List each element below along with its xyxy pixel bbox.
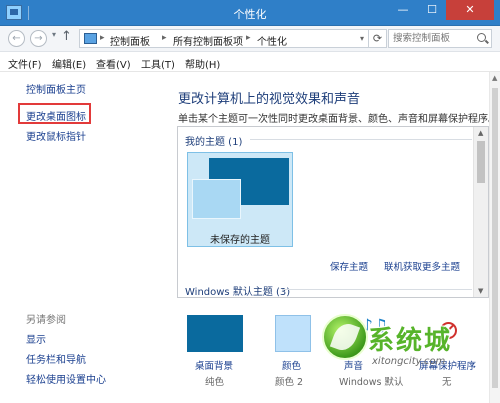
- recent-locations-dropdown[interactable]: ▾: [52, 30, 56, 39]
- close-button[interactable]: ✕: [446, 0, 494, 20]
- scroll-down-icon[interactable]: ▼: [478, 287, 483, 295]
- theme-list-scrollbar[interactable]: ▲ ▼: [473, 127, 488, 297]
- highlight-box: [18, 103, 91, 124]
- color-swatch[interactable]: [275, 315, 311, 352]
- menu-bar: 文件(F) 编辑(E) 查看(V) 工具(T) 帮助(H): [0, 53, 500, 72]
- back-button[interactable]: ←: [8, 30, 25, 47]
- search-box[interactable]: [388, 29, 492, 48]
- menu-help[interactable]: 帮助(H): [185, 56, 220, 71]
- refresh-button[interactable]: ⟳: [369, 29, 387, 48]
- color-value: 颜色 2: [275, 377, 304, 388]
- group-divider: [282, 289, 472, 290]
- maximize-button[interactable]: ☐: [418, 0, 446, 20]
- address-bar[interactable]: ▸ 控制面板 ▸ 所有控制面板项 ▸ 个性化 ▾: [79, 29, 369, 48]
- scroll-up-icon[interactable]: ▲: [478, 129, 483, 137]
- forward-button[interactable]: →: [30, 30, 47, 47]
- breadcrumb-all-items[interactable]: 所有控制面板项: [173, 33, 243, 48]
- group-divider: [250, 139, 472, 140]
- menu-file[interactable]: 文件(F): [8, 56, 42, 71]
- breadcrumb-separator[interactable]: ▸: [246, 33, 251, 43]
- address-dropdown-icon[interactable]: ▾: [360, 34, 364, 43]
- page-title: 更改计算机上的视觉效果和声音: [178, 92, 361, 107]
- breadcrumb-separator[interactable]: ▸: [162, 33, 167, 43]
- up-button[interactable]: ↑: [61, 29, 72, 44]
- title-bar: 个性化 — ☐ ✕: [0, 0, 500, 26]
- desktop-background-value: 纯色: [205, 377, 225, 388]
- see-also-label: 另请参阅: [26, 315, 66, 326]
- search-input[interactable]: [393, 32, 473, 45]
- theme-tile-unsaved[interactable]: 未保存的主题: [187, 152, 293, 247]
- my-themes-group-label: 我的主题 (1): [185, 137, 243, 148]
- breadcrumb-control-panel[interactable]: 控制面板: [110, 33, 150, 48]
- scroll-up-icon[interactable]: ▲: [492, 74, 497, 82]
- watermark-url: xitongcity.com: [372, 356, 446, 367]
- theme-name: 未保存的主题: [210, 235, 270, 246]
- link-change-mouse-pointers[interactable]: 更改鼠标指针: [26, 128, 86, 143]
- navigation-bar: ← → ▾ ↑ ▸ 控制面板 ▸ 所有控制面板项 ▸ 个性化 ▾ ⟳: [0, 26, 500, 52]
- watermark: 系统城 xitongcity.com: [314, 306, 500, 403]
- theme-list[interactable]: 我的主题 (1) 未保存的主题 保存主题 联机获取更多主题 Windows 默认…: [177, 126, 489, 298]
- minimize-button[interactable]: —: [389, 0, 417, 20]
- get-more-themes-link[interactable]: 联机获取更多主题: [384, 259, 460, 273]
- breadcrumb-personalization[interactable]: 个性化: [257, 33, 287, 48]
- control-panel-icon: [84, 33, 97, 44]
- menu-edit[interactable]: 编辑(E): [52, 56, 86, 71]
- desktop-background-swatch[interactable]: [187, 315, 243, 352]
- page-description: 单击某个主题可一次性同时更改桌面背景、颜色、声音和屏幕保护程序。: [178, 114, 498, 125]
- desktop-background-label[interactable]: 桌面背景: [195, 358, 233, 372]
- windows-themes-group-label: Windows 默认主题 (3): [185, 287, 291, 298]
- link-taskbar-navigation[interactable]: 任务栏和导航: [26, 351, 86, 366]
- link-display[interactable]: 显示: [26, 331, 46, 346]
- menu-view[interactable]: 查看(V): [96, 56, 131, 71]
- save-theme-link[interactable]: 保存主题: [330, 259, 368, 273]
- theme-thumbnail-window: [192, 179, 241, 219]
- link-control-panel-home[interactable]: 控制面板主页: [26, 81, 86, 96]
- scrollbar-thumb[interactable]: [477, 141, 485, 183]
- breadcrumb-separator[interactable]: ▸: [100, 33, 105, 43]
- menu-tools[interactable]: 工具(T): [141, 56, 175, 71]
- left-task-pane: 控制面板主页 更改桌面图标 更改鼠标指针 另请参阅 显示 任务栏和导航 轻松使用…: [0, 72, 166, 403]
- color-label[interactable]: 颜色: [282, 358, 301, 372]
- link-ease-of-access[interactable]: 轻松使用设置中心: [26, 371, 106, 386]
- watermark-text: 系统城: [368, 326, 453, 356]
- search-icon[interactable]: [477, 33, 486, 42]
